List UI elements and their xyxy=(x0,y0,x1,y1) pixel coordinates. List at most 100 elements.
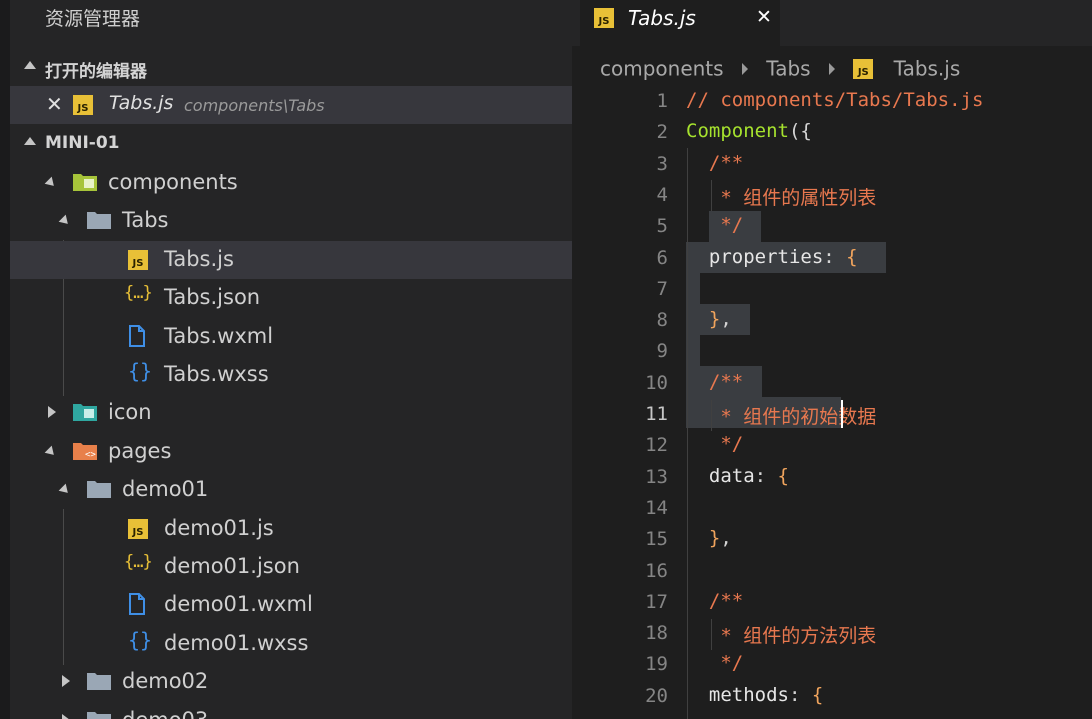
json-file-icon: {…} xyxy=(124,552,153,572)
code-line[interactable]: 11 * 组件的初始数据 xyxy=(572,399,1092,430)
code-token: * 组件的属性列表 xyxy=(686,187,877,209)
code-token: */ xyxy=(686,214,744,236)
line-source: /** xyxy=(686,590,743,612)
chevron-right-icon[interactable] xyxy=(62,675,70,687)
folder-item[interactable]: components xyxy=(10,164,572,202)
code-line[interactable]: 14 xyxy=(572,493,1092,524)
code-line[interactable]: 12 */ xyxy=(572,430,1092,461)
code-line[interactable]: 19 */ xyxy=(572,649,1092,680)
code-line[interactable]: 9 xyxy=(572,336,1092,367)
folder-item[interactable]: Tabs xyxy=(10,202,572,240)
code-line[interactable]: 1 // components/Tabs/Tabs.js xyxy=(572,86,1092,117)
folder-item[interactable]: demo03 xyxy=(10,702,572,719)
wxml-file-icon xyxy=(128,593,146,619)
file-item[interactable]: Tabs.wxml xyxy=(10,318,572,356)
folder-item[interactable]: demo02 xyxy=(10,663,572,701)
close-editor-icon[interactable]: ✕ xyxy=(46,92,63,116)
project-header[interactable]: MINI-01 xyxy=(10,126,572,162)
line-number: 6 xyxy=(656,247,668,269)
js-file-icon: JS xyxy=(128,250,148,270)
tree-item-label: Tabs.js xyxy=(164,247,234,271)
tab-label: Tabs.js xyxy=(628,6,696,30)
folder-open-icon xyxy=(86,209,112,235)
code-token: { xyxy=(846,246,858,268)
code-line[interactable]: 20 methods: { xyxy=(572,681,1092,712)
activity-strip xyxy=(0,0,10,719)
file-item[interactable]: {…} demo01.json xyxy=(10,548,572,586)
code-token: properties xyxy=(686,246,824,268)
code-token: , xyxy=(720,308,732,330)
folder-item[interactable]: icon xyxy=(10,394,572,432)
chevron-down-icon[interactable] xyxy=(58,483,72,497)
code-token: */ xyxy=(686,433,744,455)
code-line[interactable]: 2 Component({ xyxy=(572,117,1092,148)
folder-components-icon xyxy=(72,171,98,197)
line-number: 2 xyxy=(656,121,668,143)
line-number: 13 xyxy=(645,466,668,488)
open-editor-path: components\Tabs xyxy=(184,96,325,115)
text-cursor xyxy=(841,400,843,428)
breadcrumb-item-components[interactable]: components xyxy=(600,57,724,81)
chevron-right-icon[interactable] xyxy=(62,714,70,719)
open-editor-item[interactable]: ✕ JS Tabs.js components\Tabs xyxy=(10,86,572,124)
file-item[interactable]: {} Tabs.wxss xyxy=(10,356,572,394)
wxss-file-icon: {} xyxy=(128,359,153,383)
line-source: }, xyxy=(686,527,732,549)
file-item[interactable]: demo01.wxml xyxy=(10,586,572,624)
line-source: methods: { xyxy=(686,684,823,706)
code-line[interactable]: 16 xyxy=(572,556,1092,587)
chevron-right-icon[interactable] xyxy=(48,406,56,418)
line-source: data: { xyxy=(686,465,789,487)
code-line[interactable]: 4 * 组件的属性列表 xyxy=(572,180,1092,211)
folder-closed-icon xyxy=(86,670,112,696)
code-line[interactable]: 8 }, xyxy=(572,305,1092,336)
code-line[interactable]: 10 /** xyxy=(572,368,1092,399)
file-item[interactable]: {} demo01.wxss xyxy=(10,625,572,663)
line-number: 11 xyxy=(645,403,668,425)
code-line[interactable]: 6 properties: { xyxy=(572,243,1092,274)
file-item[interactable]: {…} Tabs.json xyxy=(10,279,572,317)
open-editor-name: Tabs.js xyxy=(109,92,174,114)
js-file-icon: JS xyxy=(594,8,614,28)
folder-closed-icon xyxy=(86,709,112,719)
line-number: 3 xyxy=(656,153,668,175)
code-line[interactable]: 17 /** xyxy=(572,587,1092,618)
file-item[interactable]: JS Tabs.js xyxy=(10,241,572,279)
tree-item-label: demo01.wxss xyxy=(164,631,309,655)
chevron-down-icon[interactable] xyxy=(44,176,58,190)
code-line[interactable]: 18 * 组件的方法列表 xyxy=(572,618,1092,649)
folder-item[interactable]: <> pages xyxy=(10,433,572,471)
chevron-down-icon[interactable] xyxy=(44,445,58,459)
folder-item[interactable]: demo01 xyxy=(10,471,572,509)
breadcrumb-item-file[interactable]: Tabs.js xyxy=(894,57,961,81)
code-token: ({ xyxy=(788,120,812,142)
line-number: 16 xyxy=(645,560,668,582)
breadcrumb: components Tabs JS Tabs.js xyxy=(600,55,960,83)
code-token: Component xyxy=(686,120,789,142)
code-token: /** xyxy=(686,371,744,393)
line-number: 20 xyxy=(645,685,668,707)
code-line[interactable]: 3 /** xyxy=(572,149,1092,180)
code-line[interactable]: 13 data: { xyxy=(572,462,1092,493)
line-number: 15 xyxy=(645,528,668,550)
tree-item-label: components xyxy=(108,170,238,194)
line-number: 14 xyxy=(645,497,668,519)
code-line[interactable]: 5 */ xyxy=(572,211,1092,242)
close-tab-icon[interactable]: ✕ xyxy=(756,6,772,28)
code-token: * 组件的初始数据 xyxy=(686,406,877,428)
code-token: */ xyxy=(686,652,744,674)
breadcrumb-item-tabs[interactable]: Tabs xyxy=(766,57,810,81)
file-item[interactable]: JS demo01.js xyxy=(10,510,572,548)
line-source: */ xyxy=(686,214,743,236)
project-label: MINI-01 xyxy=(45,133,120,153)
line-source: * 组件的方法列表 xyxy=(686,621,876,648)
code-line[interactable]: 15 }, xyxy=(572,524,1092,555)
tab-tabs-js[interactable]: JS Tabs.js ✕ xyxy=(580,0,780,46)
open-editors-header[interactable]: 打开的编辑器 xyxy=(10,50,572,86)
code-token: : xyxy=(788,684,812,706)
chevron-down-icon[interactable] xyxy=(58,214,72,228)
js-file-icon: JS xyxy=(128,519,148,539)
code-token: } xyxy=(708,308,721,330)
explorer-title: 资源管理器 xyxy=(45,8,141,30)
code-line[interactable]: 7 xyxy=(572,274,1092,305)
